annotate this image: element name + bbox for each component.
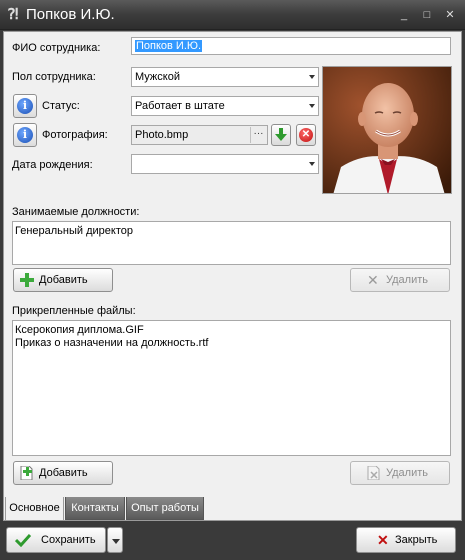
maximize-button[interactable]: □ — [421, 9, 433, 21]
employee-portrait — [323, 67, 451, 193]
fio-input[interactable]: Попков И.Ю. — [131, 37, 451, 55]
add-file-label: Добавить — [39, 467, 88, 479]
app-icon: ⁈ — [7, 6, 19, 23]
download-photo-button[interactable] — [271, 124, 291, 146]
list-item[interactable]: Ксерокопия диплома.GIF — [13, 324, 450, 337]
tools-icon: ✕ — [367, 272, 379, 288]
status-select[interactable]: Работает в штате — [131, 96, 319, 116]
window-title: Попков И.Ю. — [26, 6, 115, 23]
tab-main[interactable]: Основное — [5, 497, 64, 521]
delete-position-button[interactable]: ✕ Удалить — [350, 268, 450, 292]
add-file-button[interactable]: Добавить — [13, 461, 113, 485]
fio-value: Попков И.Ю. — [135, 40, 203, 52]
positions-list[interactable]: Генеральный директор — [12, 221, 451, 265]
status-value: Работает в штате — [135, 100, 225, 112]
delete-photo-button[interactable]: ✕ — [296, 124, 316, 146]
gender-select[interactable]: Мужской — [131, 67, 319, 87]
close-button[interactable]: ✕ Закрыть — [356, 527, 456, 553]
add-file-icon — [20, 466, 33, 480]
add-position-button[interactable]: Добавить — [13, 268, 113, 292]
delete-file-icon — [367, 466, 380, 480]
delete-file-label: Удалить — [386, 467, 428, 479]
save-options-button[interactable] — [107, 527, 123, 553]
save-button[interactable]: Сохранить — [6, 527, 106, 553]
gender-value: Мужской — [135, 71, 180, 83]
add-position-label: Добавить — [39, 274, 88, 286]
save-label: Сохранить — [41, 534, 96, 546]
employee-photo — [322, 66, 452, 194]
download-arrow-icon — [275, 128, 287, 141]
birthdate-picker[interactable] — [131, 154, 319, 174]
minimize-button[interactable]: _ — [398, 9, 410, 21]
chevron-down-icon — [112, 539, 120, 544]
status-label: Статус: — [42, 100, 80, 112]
close-window-button[interactable]: ✕ — [444, 9, 456, 21]
tab-contacts[interactable]: Контакты — [65, 497, 125, 520]
delete-position-label: Удалить — [386, 274, 428, 286]
tab-strip: Основное Контакты Опыт работы — [3, 497, 462, 521]
plus-icon — [20, 273, 34, 287]
chevron-down-icon — [309, 162, 315, 166]
info-icon: i — [17, 98, 33, 114]
checkmark-icon — [15, 533, 31, 547]
delete-file-button[interactable]: Удалить — [350, 461, 450, 485]
photo-info-button[interactable]: i — [13, 123, 37, 147]
chevron-down-icon — [309, 75, 315, 79]
positions-label: Занимаемые должности: — [12, 206, 140, 218]
close-icon: ✕ — [377, 532, 389, 548]
gender-label: Пол сотрудника: — [12, 71, 96, 83]
close-label: Закрыть — [395, 534, 438, 546]
birthdate-label: Дата рождения: — [12, 159, 93, 171]
chevron-down-icon — [309, 104, 315, 108]
status-info-button[interactable]: i — [13, 94, 37, 118]
fio-label: ФИО сотрудника: — [12, 42, 101, 54]
delete-icon: ✕ — [299, 128, 313, 142]
list-item[interactable]: Генеральный директор — [13, 225, 450, 238]
info-icon: i — [17, 127, 33, 143]
browse-button[interactable]: ··· — [250, 127, 266, 143]
tab-experience[interactable]: Опыт работы — [126, 497, 204, 520]
list-item[interactable]: Приказ о назначении на должность.rtf — [13, 337, 450, 350]
photo-path-value: Photo.bmp — [135, 129, 189, 141]
photo-path-input[interactable]: Photo.bmp ··· — [131, 125, 268, 145]
files-label: Прикрепленные файлы: — [12, 305, 136, 317]
title-bar[interactable]: ⁈ Попков И.Ю. _ □ ✕ — [0, 0, 465, 30]
photo-label: Фотография: — [42, 129, 108, 141]
bottom-toolbar: Сохранить ✕ Закрыть — [0, 522, 465, 560]
files-list[interactable]: Ксерокопия диплома.GIF Приказ о назначен… — [12, 320, 451, 456]
form-panel: ФИО сотрудника: Попков И.Ю. Пол сотрудни… — [3, 31, 462, 521]
